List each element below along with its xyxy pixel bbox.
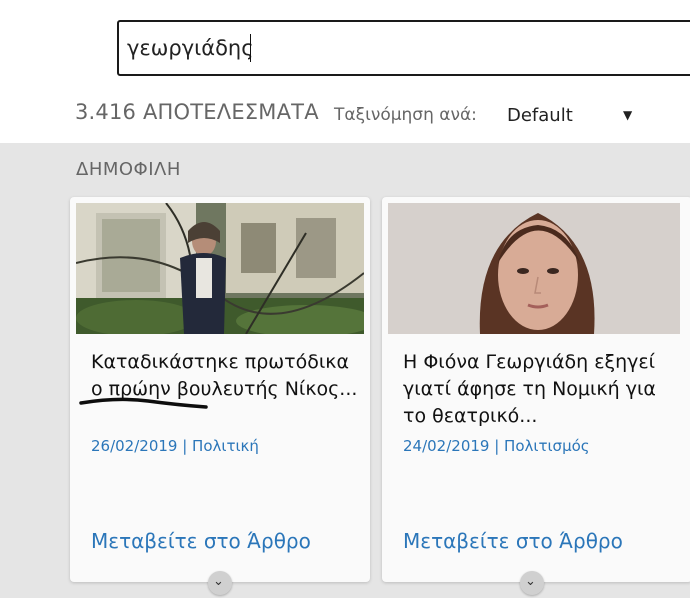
article-thumbnail[interactable] [76, 203, 364, 334]
sort-label: Ταξινόμηση ανά: [334, 105, 477, 125]
chevron-down-icon: ⌄ [525, 574, 536, 589]
text-caret [250, 34, 251, 62]
article-meta: 26/02/2019 | Πολιτική [91, 437, 259, 455]
article-meta: 24/02/2019 | Πολιτισμός [403, 437, 590, 455]
chevron-down-icon: ⌄ [213, 574, 224, 589]
section-title: ΔΗΜΟΦΙΛΗ [76, 159, 181, 180]
results-count: 3.416 ΑΠΟΤΕΛΕΣΜΑΤΑ [75, 100, 319, 124]
go-to-article-link[interactable]: Μεταβείτε στο Άρθρο [91, 529, 311, 553]
search-box[interactable] [117, 20, 690, 76]
article-thumbnail[interactable] [388, 203, 680, 334]
article-title[interactable]: Καταδικάστηκε πρωτόδικα ο πρώην βουλευτή… [91, 349, 361, 403]
article-card[interactable]: Καταδικάστηκε πρωτόδικα ο πρώην βουλευτή… [70, 197, 370, 595]
search-input[interactable] [127, 22, 687, 74]
expand-button[interactable]: ⌄ [208, 571, 232, 595]
go-to-article-link[interactable]: Μεταβείτε στο Άρθρο [403, 529, 623, 553]
sort-value: Default [507, 105, 573, 126]
sort-select[interactable]: Default ▼ [507, 103, 637, 131]
expand-button[interactable]: ⌄ [520, 571, 544, 595]
dropdown-arrow-icon: ▼ [623, 108, 633, 122]
article-card[interactable]: Η Φιόνα Γεωργιάδη εξηγεί γιατί άφησε τη … [382, 197, 690, 595]
article-title[interactable]: Η Φιόνα Γεωργιάδη εξηγεί γιατί άφησε τη … [403, 349, 673, 430]
